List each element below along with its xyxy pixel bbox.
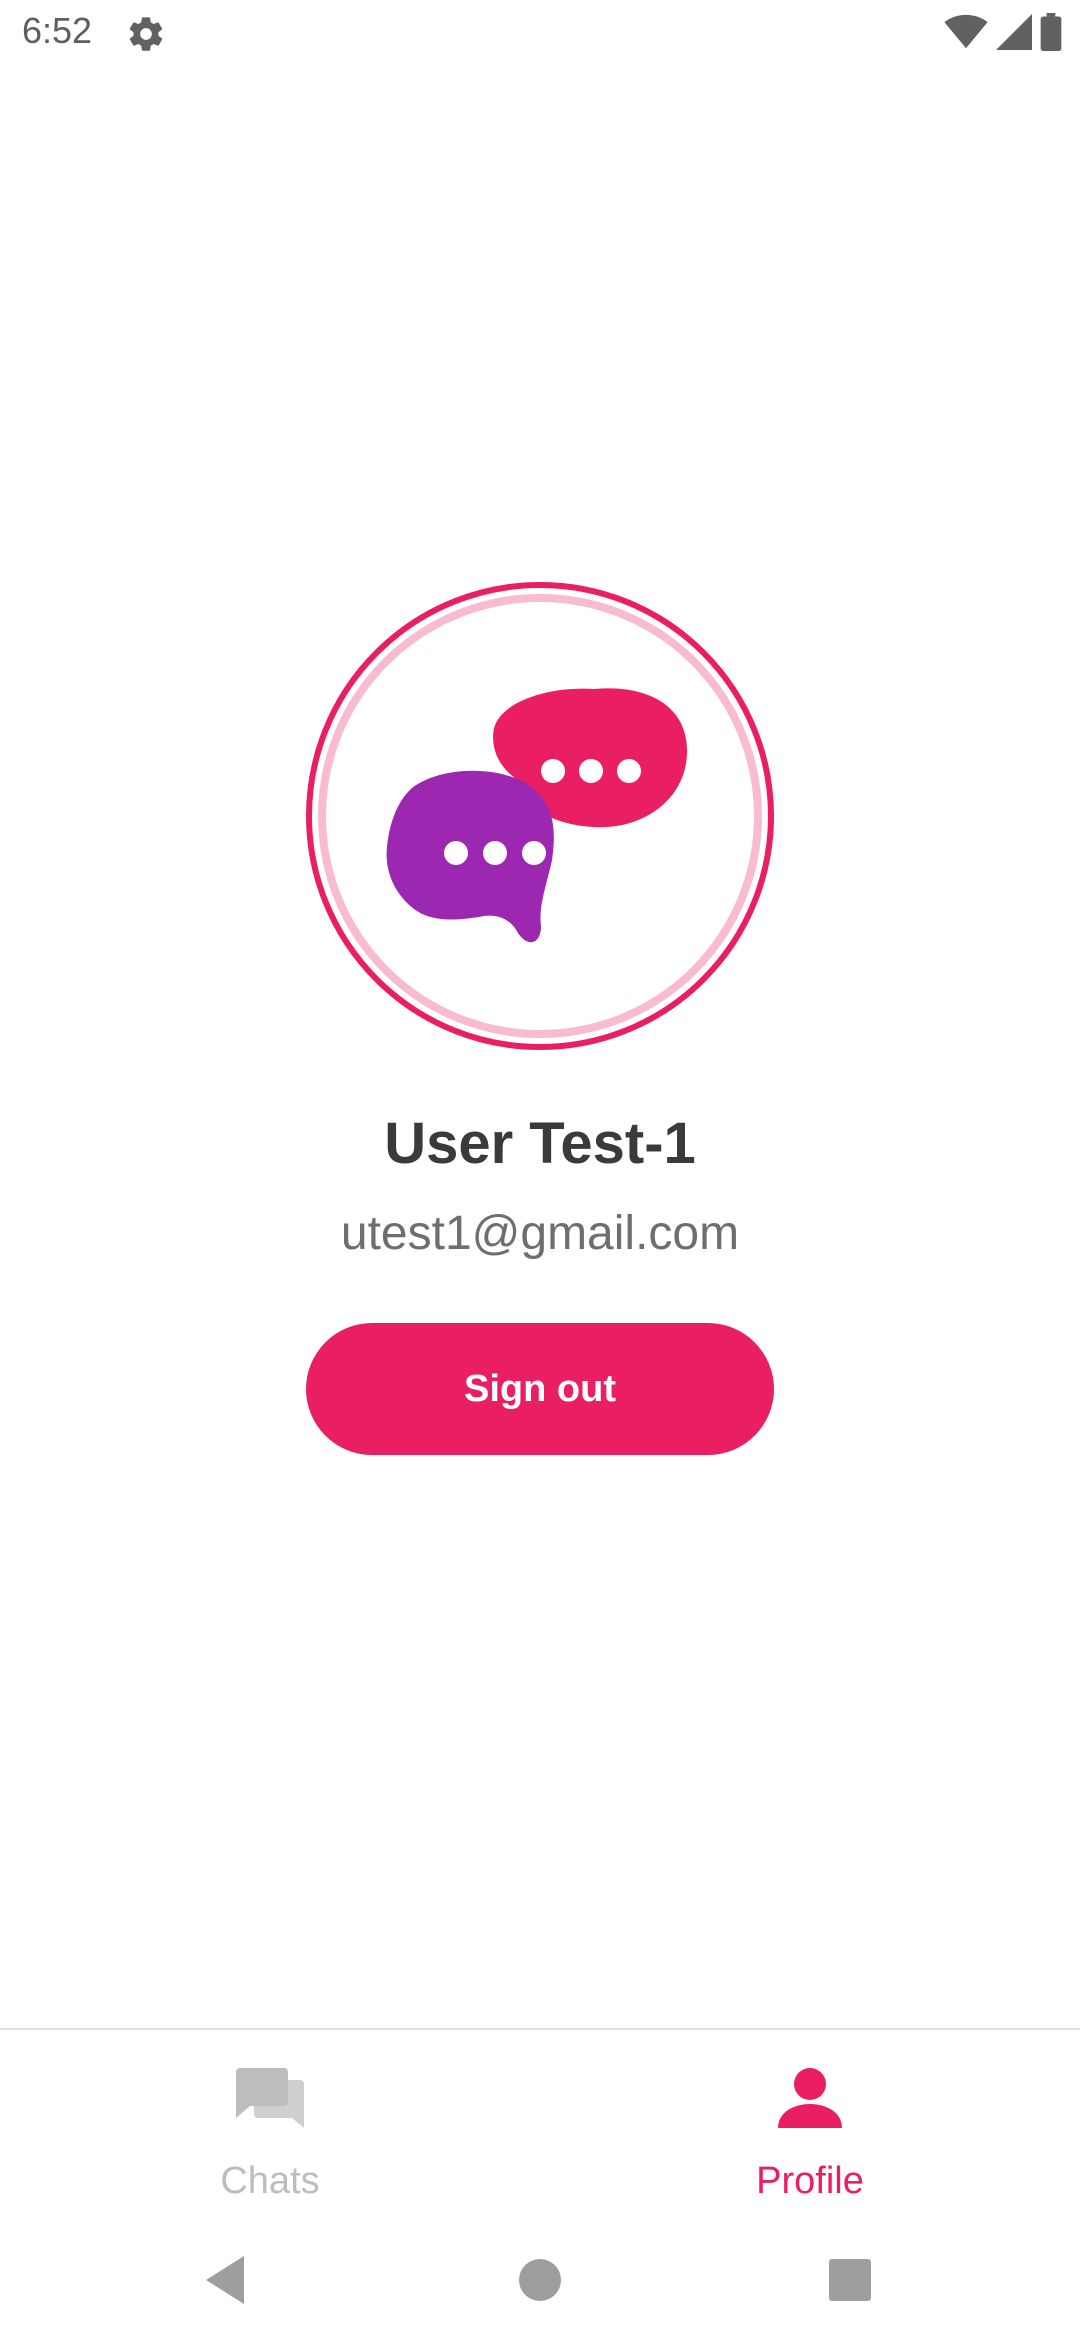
recents-icon[interactable] <box>820 2250 880 2310</box>
user-name: User Test-1 <box>384 1111 696 1176</box>
user-email: utest1@gmail.com <box>340 1207 740 1260</box>
bottom-navigation: Chats Profile <box>0 2028 1080 2222</box>
profile-avatar <box>306 582 774 1050</box>
system-navigation-bar <box>0 2220 1080 2340</box>
home-icon[interactable] <box>510 2250 570 2310</box>
chats-icon <box>236 2068 304 2128</box>
sign-out-button[interactable]: Sign out <box>306 1323 774 1455</box>
status-time: 6:52 <box>22 10 93 51</box>
nav-item-chats[interactable]: Chats <box>0 2030 540 2222</box>
nav-label-profile: Profile <box>756 2160 864 2202</box>
purple-chat-bubble <box>386 770 554 943</box>
person-icon <box>778 2068 842 2128</box>
back-icon[interactable] <box>196 2250 256 2310</box>
chat-bubbles-logo <box>386 688 688 943</box>
nav-label-chats: Chats <box>220 2160 320 2202</box>
status-bar: 6:52 <box>0 0 1080 66</box>
cell-signal-icon <box>996 13 1032 55</box>
status-icons <box>944 12 1062 56</box>
nav-item-profile[interactable]: Profile <box>540 2030 1080 2222</box>
gear-icon <box>126 14 166 54</box>
battery-icon <box>1040 12 1062 56</box>
wifi-icon <box>944 14 988 55</box>
